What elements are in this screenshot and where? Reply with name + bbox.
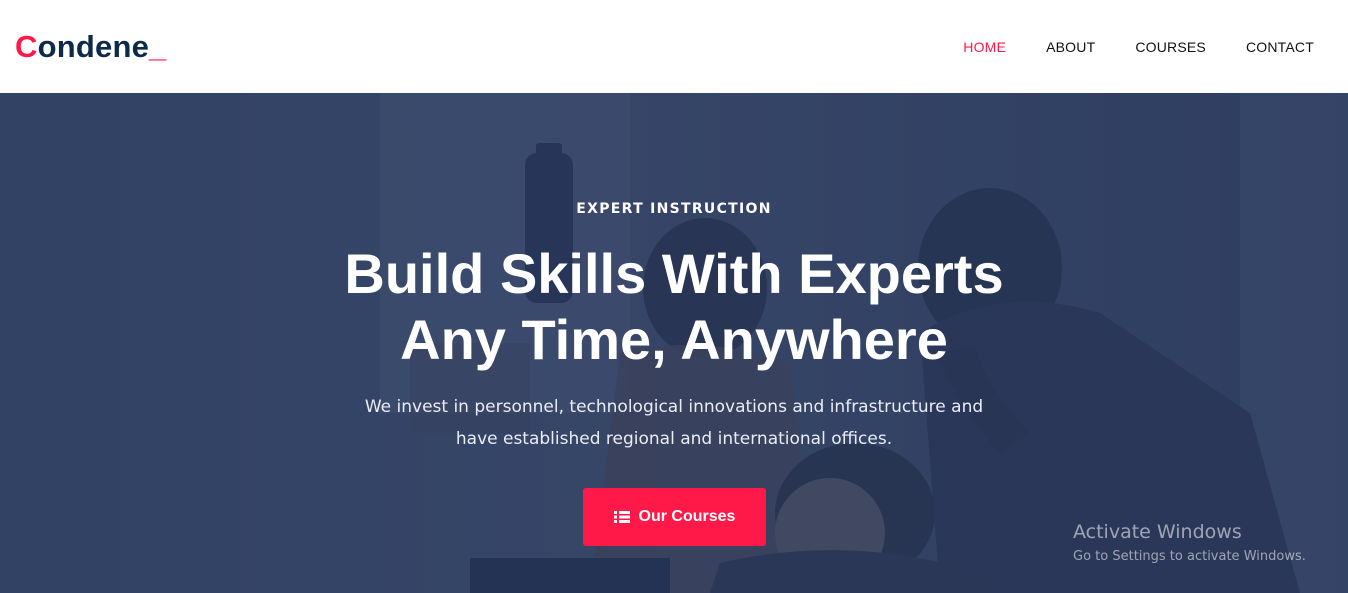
main-nav: HOME ABOUT COURSES CONTACT bbox=[923, 39, 1314, 55]
hero-subtitle: We invest in personnel, technological in… bbox=[364, 397, 984, 449]
hero-title-line-2: Any Time, Anywhere bbox=[400, 308, 948, 371]
nav-item-courses[interactable]: COURSES bbox=[1135, 39, 1206, 55]
list-icon bbox=[613, 511, 630, 523]
nav-item-contact[interactable]: CONTACT bbox=[1246, 39, 1314, 55]
hero-eyebrow: EXPERT INSTRUCTION bbox=[576, 201, 772, 217]
site-header: Condene_ HOME ABOUT COURSES CONTACT bbox=[0, 0, 1348, 93]
hero-title: Build Skills With Experts Any Time, Anyw… bbox=[0, 241, 1348, 373]
windows-activation-watermark: Activate Windows Go to Settings to activ… bbox=[1073, 520, 1306, 568]
hero-section: EXPERT INSTRUCTION Build Skills With Exp… bbox=[0, 93, 1348, 593]
nav-item-about[interactable]: ABOUT bbox=[1046, 39, 1095, 55]
hero-title-line-1: Build Skills With Experts bbox=[344, 242, 1004, 305]
site-logo[interactable]: Condene_ bbox=[15, 29, 166, 65]
our-courses-button[interactable]: Our Courses bbox=[583, 488, 766, 546]
watermark-title: Activate Windows bbox=[1073, 521, 1242, 543]
watermark-subtitle: Go to Settings to activate Windows. bbox=[1073, 549, 1306, 564]
our-courses-label: Our Courses bbox=[638, 508, 736, 525]
logo-text: ondene bbox=[37, 28, 150, 64]
logo-accent-letter: C bbox=[15, 28, 38, 64]
nav-item-home[interactable]: HOME bbox=[963, 39, 1006, 55]
logo-suffix: _ bbox=[149, 28, 167, 64]
